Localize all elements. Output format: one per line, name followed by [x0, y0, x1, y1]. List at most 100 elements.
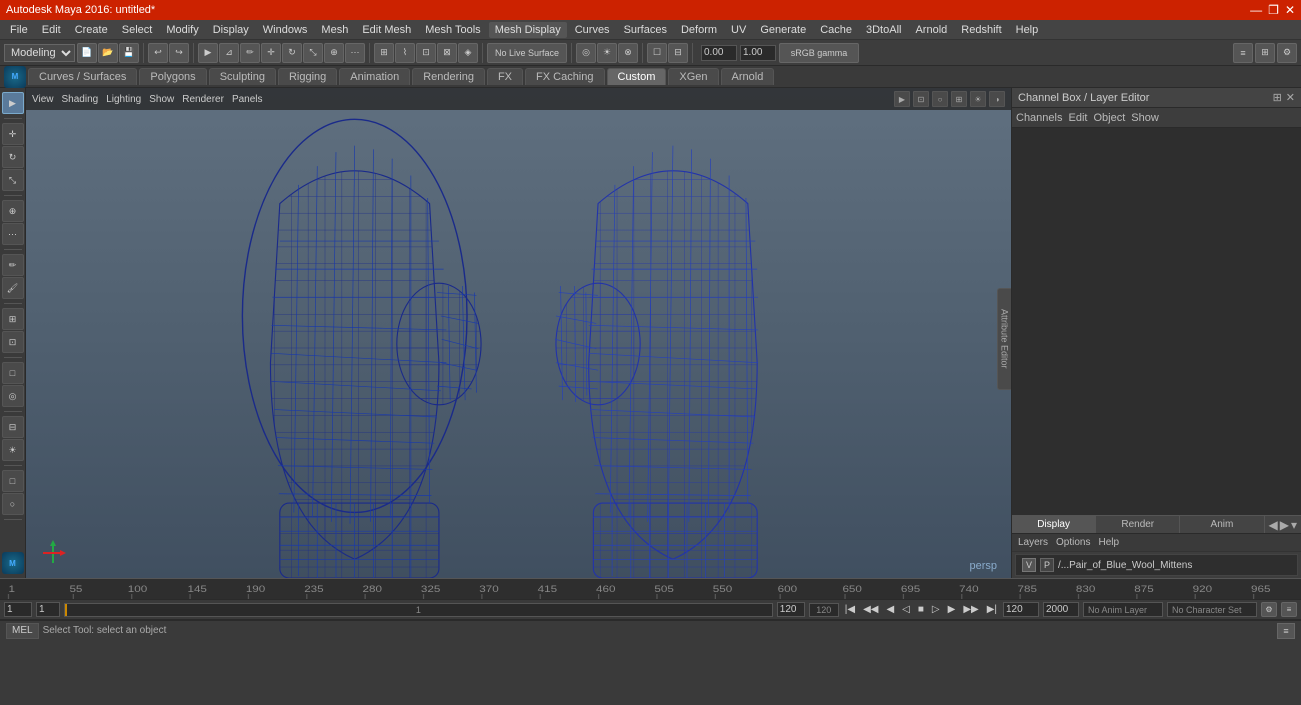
tab-arnold[interactable]: Arnold [721, 68, 775, 85]
lighting-menu[interactable]: Lighting [106, 94, 141, 105]
rotate-mode-button[interactable]: ↻ [2, 146, 24, 168]
restore-button[interactable]: ❐ [1268, 3, 1279, 17]
menu-surfaces[interactable]: Surfaces [618, 22, 673, 38]
edit-menu[interactable]: Edit [1068, 112, 1087, 124]
paint-select-button[interactable]: ✏ [240, 43, 260, 63]
frame-end-input[interactable] [777, 602, 805, 617]
vp-shadow-btn[interactable]: ◑ [989, 91, 1005, 107]
menu-cache[interactable]: Cache [814, 22, 858, 38]
frame-all-button[interactable]: ⊟ [668, 43, 688, 63]
snap-button[interactable]: ⊡ [2, 331, 24, 353]
stop-btn[interactable]: ■ [916, 604, 926, 615]
step-fwd-btn[interactable]: ▶▶ [961, 604, 980, 615]
move-tool-button[interactable]: ✛ [261, 43, 281, 63]
display-tab[interactable]: Display [1012, 516, 1096, 533]
channel-box-float-btn[interactable]: ⊞ [1273, 91, 1282, 104]
viewport[interactable]: View Shading Lighting Show Renderer Pane… [26, 88, 1011, 578]
next-frame-btn[interactable]: ▶ [946, 604, 958, 615]
open-file-button[interactable]: 📂 [98, 43, 118, 63]
select-tool-button[interactable]: ▶ [198, 43, 218, 63]
vp-light-btn[interactable]: ☀ [970, 91, 986, 107]
range-start-input[interactable] [1003, 602, 1039, 617]
redo-button[interactable]: ↪ [169, 43, 189, 63]
menu-mesh-tools[interactable]: Mesh Tools [419, 22, 486, 38]
move-mode-button[interactable]: ✛ [2, 123, 24, 145]
frame-start-input[interactable] [36, 602, 60, 617]
layer-visibility-btn[interactable]: V [1022, 558, 1036, 572]
field-value1-input[interactable] [701, 45, 737, 61]
rotate-tool-button[interactable]: ↻ [282, 43, 302, 63]
channels-menu[interactable]: Channels [1016, 112, 1062, 124]
layer-nav-prev[interactable]: ◀ [1269, 518, 1278, 532]
camera-button[interactable]: ◎ [576, 43, 596, 63]
snap-curve-button[interactable]: ⌇ [395, 43, 415, 63]
measure-button[interactable]: ⊞ [2, 308, 24, 330]
snap-grid-button[interactable]: ⊞ [374, 43, 394, 63]
tab-rigging[interactable]: Rigging [278, 68, 337, 85]
snap-surface-button[interactable]: ⊠ [437, 43, 457, 63]
paint-button[interactable]: 🖌 [2, 277, 24, 299]
timeline[interactable]: 1 55 100 145 190 235 280 325 370 415 460… [0, 578, 1301, 600]
save-file-button[interactable]: 💾 [119, 43, 139, 63]
snap-view-button[interactable]: ◈ [458, 43, 478, 63]
hypergraph-button[interactable]: ⊟ [2, 416, 24, 438]
sculpt-button[interactable]: ✏ [2, 254, 24, 276]
attr-editor-toggle[interactable]: ⊞ [1255, 43, 1275, 63]
channel-box-toggle[interactable]: ≡ [1233, 43, 1253, 63]
snap-point-button[interactable]: ⊡ [416, 43, 436, 63]
channel-box-close-btn[interactable]: ✕ [1286, 91, 1295, 104]
jump-start-btn[interactable]: |◀ [843, 604, 857, 615]
vp-smooth-btn[interactable]: ○ [932, 91, 948, 107]
close-button[interactable]: ✕ [1285, 3, 1295, 17]
menu-3dtoall[interactable]: 3DtoAll [860, 22, 907, 38]
menu-mesh-display[interactable]: Mesh Display [489, 22, 567, 38]
render-mode-button[interactable]: ☀ [2, 439, 24, 461]
panels-menu[interactable]: Panels [232, 94, 263, 105]
colorspace-btn[interactable]: sRGB gamma [779, 43, 859, 63]
menu-windows[interactable]: Windows [257, 22, 314, 38]
tab-sculpting[interactable]: Sculpting [209, 68, 276, 85]
create-poly-button[interactable]: □ [2, 470, 24, 492]
new-file-button[interactable]: 📄 [77, 43, 97, 63]
universal-mode-button[interactable]: ⊕ [2, 200, 24, 222]
render-button[interactable]: ☀ [597, 43, 617, 63]
module-selector[interactable]: Modeling [4, 44, 75, 62]
jump-end-btn[interactable]: ▶| [985, 604, 999, 615]
tool-settings-toggle[interactable]: ⚙ [1277, 43, 1297, 63]
prev-frame-btn[interactable]: ◀ [884, 604, 896, 615]
current-frame-input[interactable] [4, 602, 32, 617]
script-editor-btn[interactable]: ≡ [1277, 623, 1295, 639]
scale-mode-button[interactable]: ⤡ [2, 169, 24, 191]
options-menu[interactable]: Options [1056, 537, 1090, 548]
tab-fx-caching[interactable]: FX Caching [525, 68, 604, 85]
vp-select-btn[interactable]: ▶ [894, 91, 910, 107]
show-menu[interactable]: Show [1131, 112, 1159, 124]
menu-curves[interactable]: Curves [569, 22, 616, 38]
layer-options-btn[interactable]: ▾ [1291, 518, 1297, 532]
select-mode-button[interactable]: ▶ [2, 92, 24, 114]
tab-fx[interactable]: FX [487, 68, 523, 85]
tab-xgen[interactable]: XGen [668, 68, 718, 85]
layers-menu[interactable]: Layers [1018, 537, 1048, 548]
mel-python-toggle[interactable]: MEL [6, 623, 39, 639]
display-mode-button[interactable]: □ [2, 362, 24, 384]
vp-wireframe-btn[interactable]: ⊡ [913, 91, 929, 107]
menu-edit[interactable]: Edit [36, 22, 67, 38]
create-sphere-button[interactable]: ○ [2, 493, 24, 515]
menu-edit-mesh[interactable]: Edit Mesh [356, 22, 417, 38]
field-value2-input[interactable] [740, 45, 776, 61]
soft-select-button[interactable]: ⋯ [2, 223, 24, 245]
menu-arnold[interactable]: Arnold [909, 22, 953, 38]
play-fwd-btn[interactable]: ▷ [930, 604, 942, 615]
menu-modify[interactable]: Modify [160, 22, 204, 38]
view-menu[interactable]: View [32, 94, 54, 105]
menu-select[interactable]: Select [116, 22, 159, 38]
minimize-button[interactable]: — [1250, 3, 1262, 17]
tab-custom[interactable]: Custom [607, 68, 667, 85]
anim-end-input[interactable] [1043, 602, 1079, 617]
scale-tool-button[interactable]: ⤡ [303, 43, 323, 63]
menu-file[interactable]: File [4, 22, 34, 38]
tab-rendering[interactable]: Rendering [412, 68, 485, 85]
menu-redshift[interactable]: Redshift [955, 22, 1007, 38]
menu-uv[interactable]: UV [725, 22, 752, 38]
